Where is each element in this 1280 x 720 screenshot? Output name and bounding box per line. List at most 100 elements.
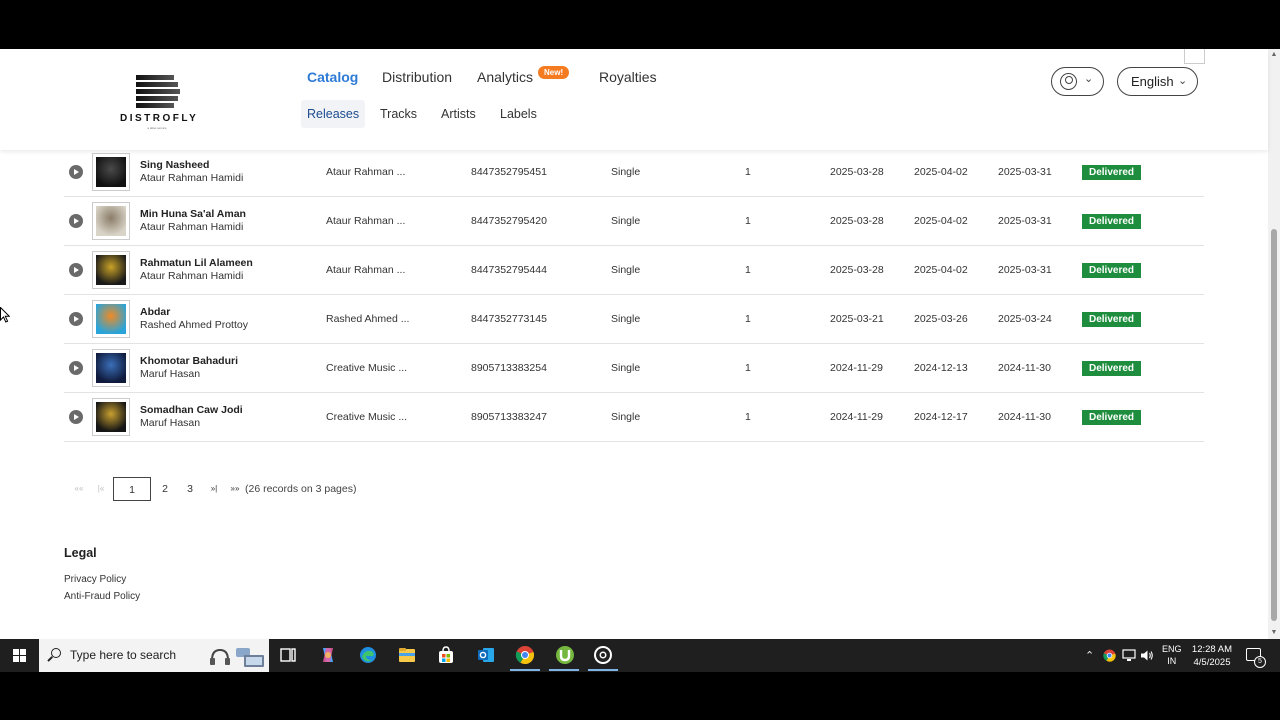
type-cell: Single [611, 362, 641, 374]
release-title[interactable]: Khomotar Bahaduri [140, 354, 238, 368]
tray-overflow-icon[interactable]: ⌃ [1085, 649, 1094, 662]
page-1-button[interactable]: 1 [113, 477, 151, 501]
language-label: English [1131, 74, 1174, 89]
chrome-icon[interactable] [515, 645, 535, 665]
play-icon[interactable] [69, 214, 83, 228]
lang-code: ENG [1162, 644, 1182, 654]
anti-fraud-policy-link[interactable]: Anti-Fraud Policy [64, 591, 140, 602]
language-selector[interactable]: English ⌄ [1117, 67, 1198, 96]
release-artwork[interactable] [92, 300, 130, 338]
outlook-icon[interactable] [476, 645, 496, 665]
release-artwork[interactable] [92, 202, 130, 240]
corner-box [1184, 49, 1205, 64]
table-row[interactable]: Somadhan Caw Jodi Maruf Hasan Creative Mus… [64, 393, 1204, 442]
play-icon[interactable] [69, 410, 83, 424]
release-artwork[interactable] [92, 153, 130, 191]
next-page-button[interactable]: »| [203, 477, 225, 501]
release-title-block: Somadhan Caw Jodi Maruf Hasan [140, 403, 243, 430]
prev-page-button[interactable]: |« [90, 477, 112, 501]
copilot-icon[interactable] [318, 645, 338, 665]
network-icon[interactable] [1122, 649, 1136, 662]
region-code: IN [1167, 656, 1177, 666]
release-title[interactable]: Abdar [140, 305, 248, 319]
play-icon[interactable] [69, 165, 83, 179]
subnav-tracks[interactable]: Tracks [374, 100, 423, 128]
store-date-cell: 2025-04-02 [914, 264, 968, 276]
distrofly-logo[interactable]: DISTROFLY a label service [120, 73, 199, 133]
delivery-date-cell: 2025-03-31 [998, 215, 1052, 227]
pagination-info: (26 records on 3 pages) [245, 483, 357, 495]
user-menu-button[interactable]: ⌄ [1051, 67, 1104, 96]
clock-date: 4/5/2025 [1193, 657, 1231, 668]
artwork-image [96, 157, 126, 187]
obs-active-indicator [588, 669, 618, 671]
artwork-image [96, 255, 126, 285]
release-title[interactable]: Somadhan Caw Jodi [140, 403, 243, 417]
release-artist: Ataur Rahman Hamidi [140, 172, 244, 184]
taskbar-search-box[interactable]: Type here to search [39, 639, 269, 672]
utorrent-icon[interactable] [555, 645, 575, 665]
windows-logo-icon [13, 656, 19, 662]
release-title-block: Abdar Rashed Ahmed Prottoy [140, 305, 248, 332]
scroll-up-icon[interactable]: ▲ [1270, 51, 1278, 59]
new-badge: New! [538, 66, 570, 79]
type-cell: Single [611, 166, 641, 178]
nav-distribution[interactable]: Distribution [382, 69, 452, 85]
table-row[interactable]: Khomotar Bahaduri Maruf Hasan Creative Mus… [64, 344, 1204, 393]
volume-icon[interactable] [1140, 649, 1154, 662]
edge-icon[interactable] [358, 645, 378, 665]
release-title[interactable]: Rahmatun Lil Alameen [140, 256, 253, 270]
subnav-artists[interactable]: Artists [435, 100, 482, 128]
upc-cell: 8447352795420 [471, 215, 547, 227]
task-view-icon[interactable] [278, 645, 298, 665]
nav-catalog[interactable]: Catalog [307, 69, 358, 85]
logo-bar [136, 82, 178, 87]
last-page-button[interactable]: »» [224, 477, 246, 501]
store-date-cell: 2024-12-17 [914, 411, 968, 423]
release-title[interactable]: Min Huna Sa'al Aman [140, 207, 246, 221]
screen: DISTROFLY a label service Catalog Distri… [0, 0, 1280, 720]
obs-icon[interactable] [593, 645, 613, 665]
scroll-thumb[interactable] [1271, 229, 1277, 621]
input-language-indicator[interactable]: ENG IN [1162, 643, 1182, 667]
upc-cell: 8447352773145 [471, 313, 547, 325]
windows-start-button[interactable] [0, 639, 38, 672]
logo-bar [136, 89, 180, 94]
site-header: DISTROFLY a label service Catalog Distri… [0, 49, 1268, 150]
type-cell: Single [611, 264, 641, 276]
play-icon[interactable] [69, 312, 83, 326]
table-row[interactable]: Abdar Rashed Ahmed Prottoy Rashed Ahmed ..… [64, 295, 1204, 344]
first-page-button[interactable]: «« [68, 477, 90, 501]
release-title[interactable]: Sing Nasheed [140, 158, 243, 172]
file-explorer-icon[interactable] [397, 645, 417, 665]
subnav-labels[interactable]: Labels [494, 100, 543, 128]
track-count-cell: 1 [745, 166, 751, 178]
release-artwork[interactable] [92, 251, 130, 289]
nav-analytics[interactable]: Analytics [477, 69, 533, 85]
release-artwork[interactable] [92, 349, 130, 387]
track-count-cell: 1 [745, 411, 751, 423]
tray-chrome-icon[interactable] [1103, 649, 1116, 662]
store-icon[interactable] [436, 645, 456, 665]
play-icon[interactable] [69, 263, 83, 277]
play-icon[interactable] [69, 361, 83, 375]
release-artwork[interactable] [92, 398, 130, 436]
release-title-block: Min Huna Sa'al Aman Ataur Rahman Hamidi [140, 207, 246, 234]
page-3-button[interactable]: 3 [179, 477, 201, 501]
scroll-down-icon[interactable]: ▼ [1270, 629, 1278, 637]
logo-bar [136, 103, 174, 108]
release-title-block: Rahmatun Lil Alameen Ataur Rahman Hamidi [140, 256, 253, 283]
table-row[interactable]: Sing Nasheed Ataur Rahman Hamidi Ataur Rah… [64, 148, 1204, 197]
table-row[interactable]: Min Huna Sa'al Aman Ataur Rahman Hamidi At… [64, 197, 1204, 246]
releases-table: Habibi MadinaAtaur Rahman HamidiAtaur Ra… [64, 104, 1204, 442]
chevron-down-icon: ⌄ [1178, 75, 1188, 87]
table-row[interactable]: Rahmatun Lil Alameen Ataur Rahman Hamidi A… [64, 246, 1204, 295]
page-scrollbar[interactable]: ▲ ▼ [1268, 49, 1280, 639]
delivery-date-cell: 2024-11-30 [998, 362, 1051, 374]
subnav-releases[interactable]: Releases [301, 100, 366, 128]
privacy-policy-link[interactable]: Privacy Policy [64, 574, 126, 585]
nav-royalties[interactable]: Royalties [599, 69, 657, 85]
page-2-button[interactable]: 2 [154, 477, 176, 501]
taskbar-clock[interactable]: 12:28 AM 4/5/2025 [1188, 643, 1236, 669]
logo-text: DISTROFLY [120, 113, 199, 124]
